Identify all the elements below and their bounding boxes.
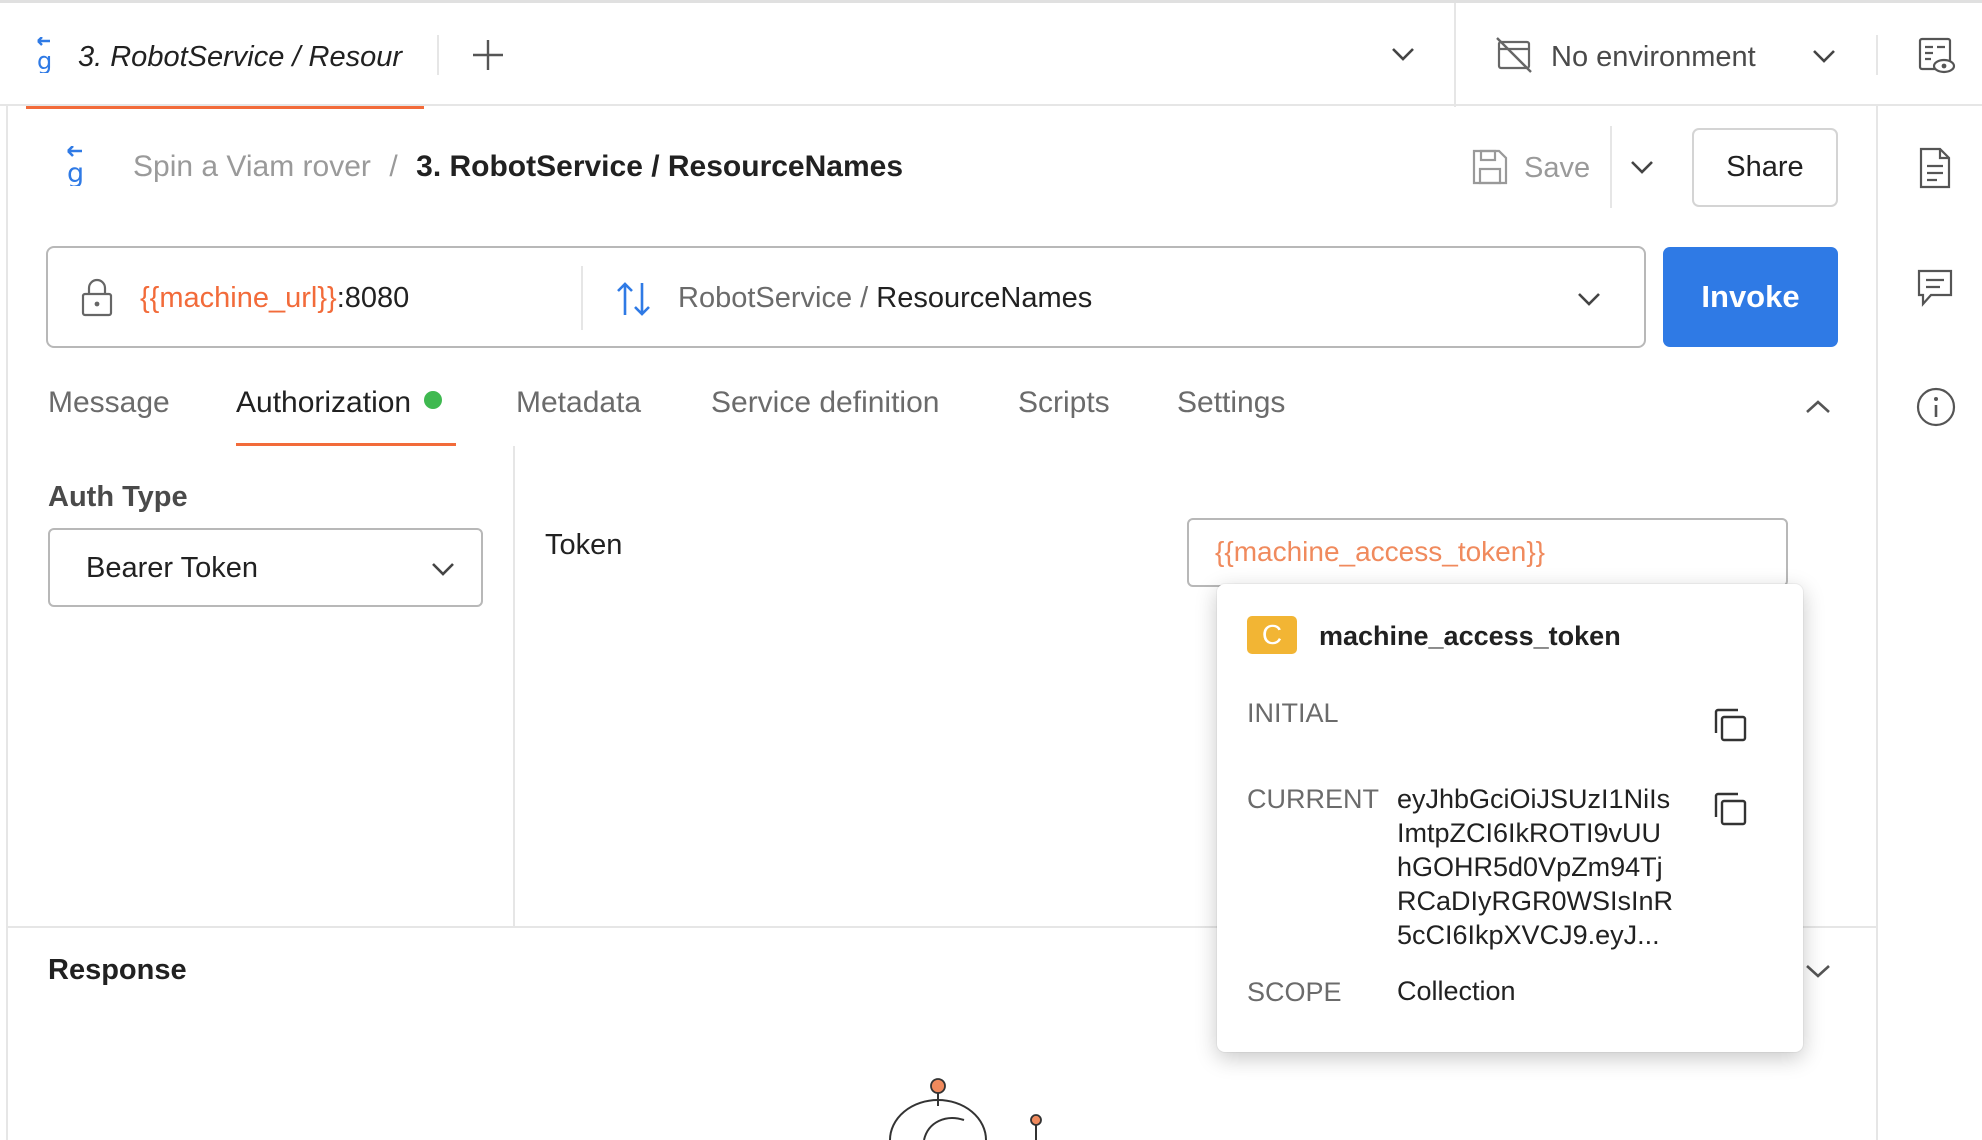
- documentation-icon[interactable]: [1918, 146, 1952, 190]
- active-request-tab-indicator: [236, 443, 456, 446]
- auth-type-heading: Auth Type: [48, 481, 188, 513]
- active-tab-indicator: [26, 106, 424, 109]
- url-port: :8080: [336, 282, 410, 314]
- tab-scripts[interactable]: Scripts: [1018, 386, 1110, 420]
- save-icon: [1471, 148, 1509, 186]
- tab-authorization[interactable]: Authorization: [236, 386, 442, 420]
- url-bar: {{machine_url}}:8080 RobotService / Reso…: [46, 246, 1646, 348]
- method-path: RobotService / ResourceNames: [678, 282, 1092, 315]
- grpc-icon: g: [34, 37, 60, 73]
- variable-popover: C machine_access_token INITIAL CURRENT e…: [1217, 584, 1803, 1052]
- auth-type-select[interactable]: Bearer Token: [48, 528, 483, 607]
- environment-quick-look-icon[interactable]: [1916, 35, 1956, 77]
- tab-bar: g 3. RobotService / Resour No environmen…: [0, 0, 1982, 109]
- service-name: RobotService: [678, 282, 853, 314]
- collapse-chevron-up-icon[interactable]: [1804, 398, 1832, 416]
- copy-initial-icon[interactable]: [1711, 706, 1749, 744]
- collection-variable-badge: C: [1247, 616, 1297, 654]
- server-url-input[interactable]: {{machine_url}}:8080: [140, 282, 409, 315]
- chevron-down-icon: [1811, 47, 1837, 65]
- auth-type-value: Bearer Token: [86, 552, 258, 584]
- tab-message[interactable]: Message: [48, 386, 170, 420]
- current-value-line: hGOHR5d0VpZm94Tj: [1397, 852, 1663, 882]
- current-value-line: 5cCI6IkpXVCJ9.eyJ...: [1397, 920, 1660, 950]
- info-icon[interactable]: [1915, 386, 1957, 428]
- lock-icon[interactable]: [80, 278, 114, 318]
- left-edge: [0, 106, 8, 1140]
- current-label: CURRENT: [1247, 784, 1379, 814]
- request-tab[interactable]: g 3. RobotService / Resour: [8, 3, 424, 109]
- tab-metadata[interactable]: Metadata: [516, 386, 641, 420]
- auth-panel-divider: [513, 446, 515, 926]
- save-button[interactable]: Save: [1466, 136, 1596, 198]
- save-label: Save: [1524, 152, 1591, 184]
- tab-service-definition[interactable]: Service definition: [711, 386, 939, 420]
- method-separator: /: [860, 282, 869, 314]
- astronaut-illustration-icon: [884, 1076, 1064, 1140]
- response-heading: Response: [48, 954, 187, 986]
- variable-name: machine_access_token: [1319, 621, 1621, 651]
- share-button[interactable]: Share: [1692, 128, 1838, 207]
- url-variable: {{machine_url}}: [140, 282, 337, 314]
- breadcrumb: Spin a Viam rover / 3. RobotService / Re…: [133, 150, 903, 184]
- initial-label: INITIAL: [1247, 698, 1339, 728]
- current-value-line: ImtpZCI6IkROTI9vUU: [1397, 818, 1662, 848]
- save-divider: [1610, 126, 1612, 208]
- new-tab-button[interactable]: [470, 37, 506, 73]
- grpc-request-icon: g: [64, 146, 94, 186]
- save-options-chevron-icon[interactable]: [1629, 158, 1655, 176]
- url-divider: [581, 266, 583, 330]
- method-name: ResourceNames: [876, 282, 1093, 314]
- current-value-line: RCaDIyRGR0WSIsInR: [1397, 886, 1674, 916]
- rail-divider: [1876, 35, 1878, 75]
- chevron-down-icon: [430, 560, 456, 578]
- tabs-chevron-down-icon[interactable]: [1390, 45, 1416, 63]
- tab-divider: [437, 35, 439, 75]
- svg-text:g: g: [67, 158, 84, 186]
- tab-settings[interactable]: Settings: [1177, 386, 1285, 420]
- copy-current-icon[interactable]: [1711, 790, 1749, 828]
- tab-authorization-label: Authorization: [236, 386, 412, 419]
- method-selector[interactable]: RobotService / ResourceNames: [610, 268, 1620, 328]
- invoke-button[interactable]: Invoke: [1663, 247, 1838, 347]
- auth-status-dot: [423, 391, 442, 409]
- environment-label: No environment: [1551, 41, 1756, 73]
- token-label: Token: [545, 529, 623, 561]
- response-chevron-down-icon[interactable]: [1804, 962, 1832, 980]
- chevron-down-icon: [1576, 290, 1602, 308]
- environment-selector[interactable]: No environment: [1490, 27, 1845, 85]
- tab-title: 3. RobotService / Resour: [78, 41, 402, 73]
- no-environment-icon: [1494, 35, 1534, 75]
- current-value-line: eyJhbGciOiJSUzI1NiIs: [1397, 784, 1671, 814]
- breadcrumb-separator: /: [389, 150, 398, 183]
- bidirectional-arrows-icon: [614, 280, 654, 318]
- current-value: eyJhbGciOiJSUzI1NiIs ImtpZCI6IkROTI9vUU …: [1397, 782, 1697, 952]
- comments-icon[interactable]: [1916, 268, 1954, 308]
- breadcrumb-request-name[interactable]: 3. RobotService / ResourceNames: [416, 150, 903, 183]
- env-divider: [1454, 3, 1456, 107]
- breadcrumb-collection[interactable]: Spin a Viam rover: [133, 150, 371, 183]
- right-sidebar: [1876, 106, 1982, 1140]
- svg-text:g: g: [37, 47, 52, 73]
- token-input[interactable]: {{machine_access_token}}: [1187, 518, 1788, 587]
- scope-value: Collection: [1397, 976, 1516, 1006]
- scope-label: SCOPE: [1247, 977, 1342, 1007]
